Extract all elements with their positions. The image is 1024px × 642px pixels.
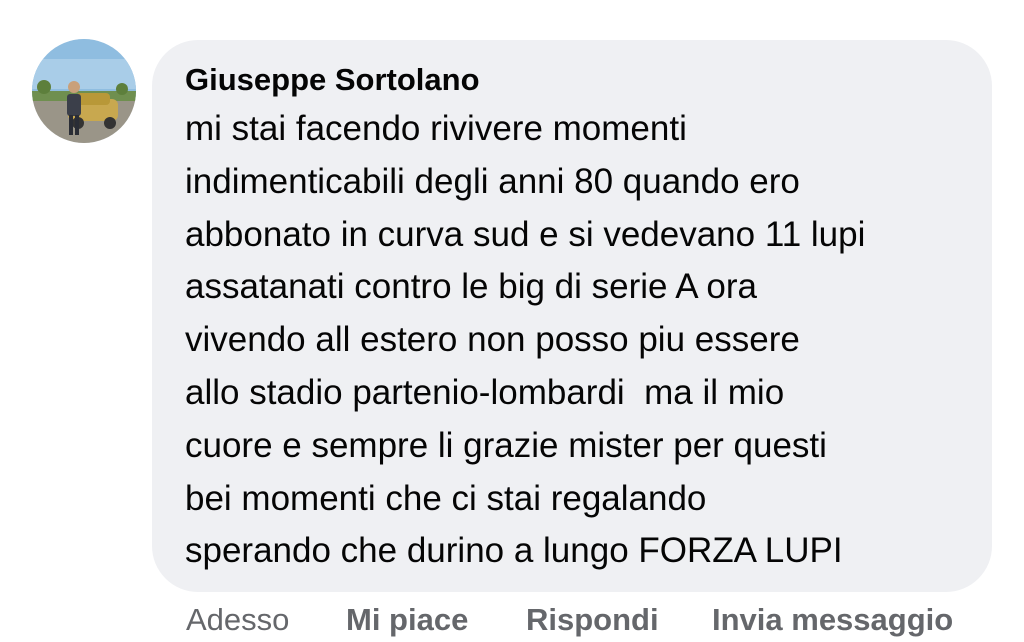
comment-line: bei momenti che ci stai regalando <box>185 478 707 518</box>
comment-line: vivendo all estero non posso piu essere <box>185 320 800 360</box>
comment-line: mi stai facendo rivivere momenti <box>185 109 687 148</box>
comment-line: sperando che durino a lungo FORZA LUPI <box>185 531 843 571</box>
comment-line: indimenticabili degli anni 80 quando ero <box>185 161 800 201</box>
avatar[interactable] <box>32 39 136 143</box>
comment-timestamp[interactable]: Adesso <box>186 602 289 638</box>
reply-button[interactable]: Rispondi <box>526 602 659 638</box>
like-button[interactable]: Mi piace <box>346 602 468 638</box>
comment-line: cuore e sempre li grazie mister per ques… <box>185 425 827 465</box>
comment-line: allo stadio partenio-lombardi ma il mio <box>185 372 785 412</box>
profile-photo <box>32 39 136 143</box>
comment-author[interactable]: Giuseppe Sortolano <box>185 62 962 98</box>
comment-line: assatanati contro le big di serie A ora <box>185 267 758 307</box>
comment-line: abbonato in curva sud e si vedevano 11 l… <box>185 214 866 254</box>
send-message-button[interactable]: Invia messaggio <box>712 602 953 638</box>
comment-bubble: Giuseppe Sortolano mi stai facendo riviv… <box>152 40 992 592</box>
comment-text: mi stai facendo rivivere momenti indimen… <box>185 103 962 578</box>
